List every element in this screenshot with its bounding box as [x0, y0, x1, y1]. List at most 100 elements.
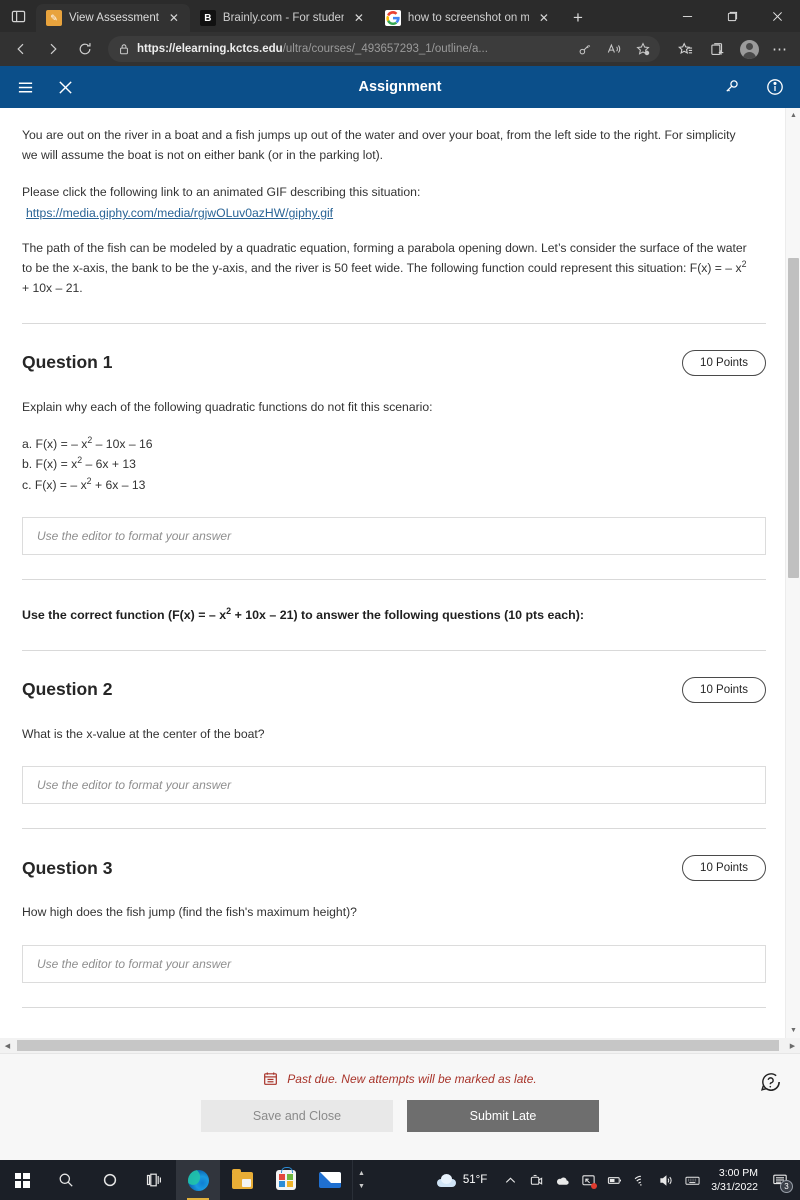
- past-due-notice: Past due. New attempts will be marked as…: [0, 1054, 800, 1086]
- onedrive-icon[interactable]: [549, 1160, 575, 1200]
- tab-title: how to screenshot on micros: [407, 12, 529, 24]
- model-paragraph: The path of the fish can be modeled by a…: [22, 239, 750, 298]
- question-3-answer-input[interactable]: Use the editor to format your answer: [22, 944, 766, 983]
- camera-icon[interactable]: [523, 1160, 549, 1200]
- tab-search-icon[interactable]: [0, 0, 36, 32]
- divider: [22, 649, 766, 651]
- keyboard-icon[interactable]: [679, 1160, 705, 1200]
- model-paragraph-post: + 10x – 21.: [22, 280, 83, 295]
- gif-prompt: Please click the following link to an an…: [22, 184, 421, 199]
- address-bar[interactable]: https://elearning.kctcs.edu/ultra/course…: [108, 36, 660, 62]
- tab-close-icon[interactable]: ✕: [351, 10, 367, 26]
- vertical-scrollbar-thumb[interactable]: [788, 258, 799, 578]
- submit-late-button[interactable]: Submit Late: [407, 1100, 599, 1132]
- lock-icon: [118, 43, 130, 55]
- favorites-icon[interactable]: [670, 35, 700, 63]
- equation-c-post: + 6x – 13: [91, 477, 146, 492]
- equation-b: b. F(x) = x2 – 6x + 13: [22, 455, 750, 474]
- tab-close-icon[interactable]: ✕: [536, 10, 552, 26]
- question-1-answer-input[interactable]: Use the editor to format your answer: [22, 516, 766, 555]
- content-horizontal-scrollbar[interactable]: ◀ ▶: [0, 1038, 800, 1053]
- model-paragraph-pre: The path of the fish can be modeled by a…: [22, 241, 747, 276]
- equation-a: a. F(x) = – x2 – 10x – 16: [22, 435, 750, 454]
- volume-icon[interactable]: [653, 1160, 679, 1200]
- question-2-answer-input[interactable]: Use the editor to format your answer: [22, 766, 766, 805]
- tab-title: Brainly.com - For students. B: [222, 12, 344, 24]
- search-icon[interactable]: [44, 1160, 88, 1200]
- browser-tab-1[interactable]: B Brainly.com - For students. B ✕: [190, 4, 375, 32]
- collections-icon[interactable]: [702, 35, 732, 63]
- assignment-content: You are out on the river in a boat and a…: [0, 108, 800, 1038]
- key-icon[interactable]: [574, 38, 596, 60]
- browser-tab-2[interactable]: how to screenshot on micros ✕: [375, 4, 560, 32]
- model-exponent: 2: [741, 259, 747, 269]
- question-title: Question 1: [22, 352, 113, 373]
- scroll-left-arrow-icon[interactable]: ◀: [0, 1038, 15, 1053]
- horizontal-scrollbar-track[interactable]: [15, 1038, 785, 1053]
- wifi-icon[interactable]: [627, 1160, 653, 1200]
- scroll-right-arrow-icon[interactable]: ▶: [785, 1038, 800, 1053]
- answer-placeholder: Use the editor to format your answer: [37, 528, 232, 543]
- question-title: Question 2: [22, 679, 113, 700]
- microsoft-store-icon[interactable]: [264, 1160, 308, 1200]
- clock-time: 3:00 PM: [718, 1166, 758, 1179]
- windows-start-icon[interactable]: [0, 1160, 44, 1200]
- restore-icon[interactable]: [710, 0, 755, 32]
- question-2-header: Question 2 10 Points: [22, 676, 766, 703]
- new-tab-button[interactable]: +: [564, 4, 592, 32]
- info-icon[interactable]: [764, 76, 786, 98]
- taskbar-overflow-arrows[interactable]: ▲ ▼: [352, 1160, 370, 1200]
- giphy-link[interactable]: https://media.giphy.com/media/rgjwOLuv0a…: [26, 206, 333, 220]
- browser-settings-icon[interactable]: ⋯: [766, 35, 794, 63]
- close-window-icon[interactable]: [755, 0, 800, 32]
- read-aloud-icon[interactable]: [603, 38, 625, 60]
- horizontal-scrollbar-thumb[interactable]: [17, 1040, 779, 1051]
- page-title: Assignment: [358, 79, 442, 95]
- divider: [22, 578, 766, 580]
- weather-widget[interactable]: 51°F: [431, 1173, 497, 1187]
- profile-avatar[interactable]: [734, 35, 764, 63]
- equation-b-post: – 6x + 13: [82, 457, 136, 472]
- header-left-actions: [14, 76, 76, 98]
- divider: [22, 1006, 766, 1008]
- screen-share-icon[interactable]: [575, 1160, 601, 1200]
- points-badge: 10 Points: [682, 349, 766, 376]
- cortana-circle-icon[interactable]: [88, 1160, 132, 1200]
- assignment-header: Assignment: [0, 66, 800, 108]
- save-and-close-button[interactable]: Save and Close: [201, 1100, 393, 1132]
- hamburger-menu-icon[interactable]: [14, 76, 36, 98]
- help-question-icon[interactable]: [756, 1068, 784, 1096]
- edge-icon[interactable]: [176, 1160, 220, 1200]
- task-view-icon[interactable]: [132, 1160, 176, 1200]
- question-title: Question 3: [22, 857, 113, 878]
- refresh-icon[interactable]: [70, 35, 100, 63]
- equation-b-pre: b. F(x) = x: [22, 457, 78, 472]
- instruction-post: + 10x – 21) to answer the following ques…: [231, 607, 584, 622]
- equation-a-post: – 10x – 16: [92, 437, 153, 452]
- add-favorite-icon[interactable]: [632, 38, 654, 60]
- scroll-up-arrow-icon[interactable]: ▲: [786, 108, 800, 123]
- gif-block: Please click the following link to an an…: [22, 183, 750, 223]
- weather-temperature: 51°F: [462, 1174, 488, 1186]
- chevron-up-icon[interactable]: ▲: [358, 1170, 365, 1177]
- tab-close-icon[interactable]: ✕: [166, 10, 182, 26]
- scroll-down-arrow-icon[interactable]: ▼: [786, 1023, 800, 1038]
- browser-tab-0[interactable]: ✎ View Assessment ✕: [36, 4, 190, 32]
- divider: [22, 322, 766, 324]
- key-icon[interactable]: [720, 76, 742, 98]
- back-arrow-icon[interactable]: [6, 35, 36, 63]
- forward-arrow-icon[interactable]: [38, 35, 68, 63]
- mail-icon[interactable]: [308, 1160, 352, 1200]
- file-explorer-icon[interactable]: [220, 1160, 264, 1200]
- notification-center-icon[interactable]: 3: [766, 1160, 794, 1200]
- content-vertical-scrollbar[interactable]: ▲ ▼: [785, 108, 800, 1038]
- battery-icon[interactable]: [601, 1160, 627, 1200]
- clock-date: 3/31/2022: [711, 1181, 758, 1193]
- action-buttons: Save and Close Submit Late: [0, 1100, 800, 1132]
- chevron-down-icon[interactable]: ▼: [358, 1183, 365, 1190]
- chevron-up-icon[interactable]: [497, 1160, 523, 1200]
- minimize-icon[interactable]: [665, 0, 710, 32]
- taskbar-clock[interactable]: 3:00 PM 3/31/2022: [705, 1166, 766, 1194]
- close-icon[interactable]: [54, 76, 76, 98]
- equation-a-pre: a. F(x) = – x: [22, 437, 88, 452]
